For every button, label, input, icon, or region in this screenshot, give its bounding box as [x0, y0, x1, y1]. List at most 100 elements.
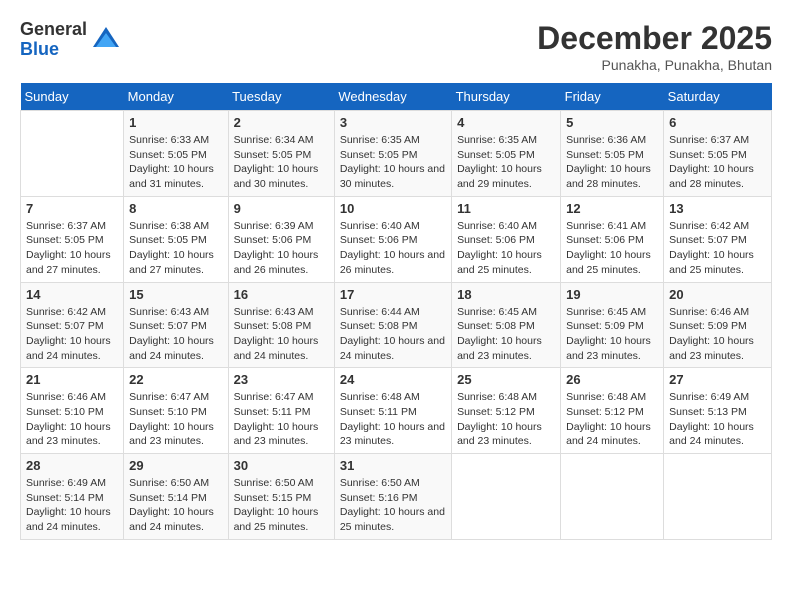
day-info: Sunrise: 6:34 AMSunset: 5:05 PMDaylight:…	[234, 133, 329, 192]
day-info: Sunrise: 6:47 AMSunset: 5:11 PMDaylight:…	[234, 390, 329, 449]
day-info: Sunrise: 6:35 AMSunset: 5:05 PMDaylight:…	[340, 133, 446, 192]
day-number: 22	[129, 372, 222, 387]
calendar-cell: 21Sunrise: 6:46 AMSunset: 5:10 PMDayligh…	[21, 368, 124, 454]
weekday-header: Thursday	[452, 83, 561, 111]
calendar-cell: 18 Sunrise: 6:45 AMSunset: 5:08 PMDayligh…	[452, 282, 561, 368]
logo-blue: Blue	[20, 40, 87, 60]
day-number: 7	[26, 201, 118, 216]
calendar-cell: 27 Sunrise: 6:49 AMSunset: 5:13 PMDayligh…	[664, 368, 772, 454]
day-number: 31	[340, 458, 446, 473]
day-info: Sunrise: 6:50 AMSunset: 5:16 PMDaylight:…	[340, 476, 446, 535]
calendar-cell: 9 Sunrise: 6:39 AMSunset: 5:06 PMDaylight…	[228, 196, 334, 282]
header-row: SundayMondayTuesdayWednesdayThursdayFrid…	[21, 83, 772, 111]
day-number: 26	[566, 372, 658, 387]
day-info: Sunrise: 6:40 AMSunset: 5:06 PMDaylight:…	[340, 219, 446, 278]
day-number: 1	[129, 115, 222, 130]
day-number: 14	[26, 287, 118, 302]
logo-general: General	[20, 20, 87, 40]
calendar-cell: 16 Sunrise: 6:43 AMSunset: 5:08 PMDayligh…	[228, 282, 334, 368]
day-info: Sunrise: 6:47 AMSunset: 5:10 PMDaylight:…	[129, 390, 222, 449]
calendar-cell: 10 Sunrise: 6:40 AMSunset: 5:06 PMDayligh…	[334, 196, 451, 282]
calendar-cell: 8 Sunrise: 6:38 AMSunset: 5:05 PMDaylight…	[124, 196, 228, 282]
day-number: 8	[129, 201, 222, 216]
calendar-week-row: 7 Sunrise: 6:37 AMSunset: 5:05 PMDaylight…	[21, 196, 772, 282]
day-info: Sunrise: 6:45 AMSunset: 5:08 PMDaylight:…	[457, 305, 555, 364]
title-section: December 2025 Punakha, Punakha, Bhutan	[537, 20, 772, 73]
calendar-cell: 24 Sunrise: 6:48 AMSunset: 5:11 PMDayligh…	[334, 368, 451, 454]
calendar-cell: 28 Sunrise: 6:49 AMSunset: 5:14 PMDayligh…	[21, 454, 124, 540]
day-number: 15	[129, 287, 222, 302]
day-info: Sunrise: 6:48 AMSunset: 5:12 PMDaylight:…	[457, 390, 555, 449]
calendar-cell: 12 Sunrise: 6:41 AMSunset: 5:06 PMDayligh…	[561, 196, 664, 282]
day-info: Sunrise: 6:41 AMSunset: 5:06 PMDaylight:…	[566, 219, 658, 278]
calendar-cell: 23Sunrise: 6:47 AMSunset: 5:11 PMDayligh…	[228, 368, 334, 454]
weekday-header: Saturday	[664, 83, 772, 111]
calendar-cell: 2Sunrise: 6:34 AMSunset: 5:05 PMDaylight…	[228, 111, 334, 197]
day-number: 18	[457, 287, 555, 302]
day-number: 13	[669, 201, 766, 216]
day-info: Sunrise: 6:49 AMSunset: 5:14 PMDaylight:…	[26, 476, 118, 535]
calendar-week-row: 1 Sunrise: 6:33 AMSunset: 5:05 PMDaylight…	[21, 111, 772, 197]
day-info: Sunrise: 6:35 AMSunset: 5:05 PMDaylight:…	[457, 133, 555, 192]
calendar-cell: 11Sunrise: 6:40 AMSunset: 5:06 PMDayligh…	[452, 196, 561, 282]
weekday-header: Friday	[561, 83, 664, 111]
day-info: Sunrise: 6:37 AMSunset: 5:05 PMDaylight:…	[26, 219, 118, 278]
day-number: 28	[26, 458, 118, 473]
calendar-cell: 14 Sunrise: 6:42 AMSunset: 5:07 PMDayligh…	[21, 282, 124, 368]
day-number: 16	[234, 287, 329, 302]
day-info: Sunrise: 6:48 AMSunset: 5:12 PMDaylight:…	[566, 390, 658, 449]
weekday-header: Tuesday	[228, 83, 334, 111]
day-number: 3	[340, 115, 446, 130]
calendar-cell: 15Sunrise: 6:43 AMSunset: 5:07 PMDayligh…	[124, 282, 228, 368]
calendar-week-row: 14 Sunrise: 6:42 AMSunset: 5:07 PMDayligh…	[21, 282, 772, 368]
day-number: 25	[457, 372, 555, 387]
calendar-cell: 29 Sunrise: 6:50 AMSunset: 5:14 PMDayligh…	[124, 454, 228, 540]
calendar-cell: 17 Sunrise: 6:44 AMSunset: 5:08 PMDayligh…	[334, 282, 451, 368]
day-number: 9	[234, 201, 329, 216]
day-number: 4	[457, 115, 555, 130]
calendar-cell: 13Sunrise: 6:42 AMSunset: 5:07 PMDayligh…	[664, 196, 772, 282]
main-title: December 2025	[537, 20, 772, 57]
logo: General Blue	[20, 20, 121, 60]
day-info: Sunrise: 6:50 AMSunset: 5:15 PMDaylight:…	[234, 476, 329, 535]
calendar-cell: 19Sunrise: 6:45 AMSunset: 5:09 PMDayligh…	[561, 282, 664, 368]
day-number: 20	[669, 287, 766, 302]
day-info: Sunrise: 6:36 AMSunset: 5:05 PMDaylight:…	[566, 133, 658, 192]
day-info: Sunrise: 6:48 AMSunset: 5:11 PMDaylight:…	[340, 390, 446, 449]
day-number: 21	[26, 372, 118, 387]
day-number: 24	[340, 372, 446, 387]
day-info: Sunrise: 6:42 AMSunset: 5:07 PMDaylight:…	[26, 305, 118, 364]
calendar-cell: 4 Sunrise: 6:35 AMSunset: 5:05 PMDaylight…	[452, 111, 561, 197]
day-info: Sunrise: 6:43 AMSunset: 5:08 PMDaylight:…	[234, 305, 329, 364]
calendar-table: SundayMondayTuesdayWednesdayThursdayFrid…	[20, 83, 772, 540]
day-number: 5	[566, 115, 658, 130]
calendar-cell: 25 Sunrise: 6:48 AMSunset: 5:12 PMDayligh…	[452, 368, 561, 454]
day-number: 30	[234, 458, 329, 473]
day-number: 27	[669, 372, 766, 387]
calendar-cell	[452, 454, 561, 540]
day-info: Sunrise: 6:45 AMSunset: 5:09 PMDaylight:…	[566, 305, 658, 364]
calendar-cell: 5 Sunrise: 6:36 AMSunset: 5:05 PMDaylight…	[561, 111, 664, 197]
day-info: Sunrise: 6:49 AMSunset: 5:13 PMDaylight:…	[669, 390, 766, 449]
day-info: Sunrise: 6:37 AMSunset: 5:05 PMDaylight:…	[669, 133, 766, 192]
day-info: Sunrise: 6:38 AMSunset: 5:05 PMDaylight:…	[129, 219, 222, 278]
day-number: 29	[129, 458, 222, 473]
logo-icon	[91, 25, 121, 55]
day-info: Sunrise: 6:44 AMSunset: 5:08 PMDaylight:…	[340, 305, 446, 364]
day-info: Sunrise: 6:33 AMSunset: 5:05 PMDaylight:…	[129, 133, 222, 192]
calendar-cell: 30 Sunrise: 6:50 AMSunset: 5:15 PMDayligh…	[228, 454, 334, 540]
calendar-cell	[21, 111, 124, 197]
day-info: Sunrise: 6:39 AMSunset: 5:06 PMDaylight:…	[234, 219, 329, 278]
calendar-cell	[664, 454, 772, 540]
calendar-cell: 26 Sunrise: 6:48 AMSunset: 5:12 PMDayligh…	[561, 368, 664, 454]
calendar-cell: 1 Sunrise: 6:33 AMSunset: 5:05 PMDaylight…	[124, 111, 228, 197]
day-info: Sunrise: 6:46 AMSunset: 5:09 PMDaylight:…	[669, 305, 766, 364]
page-header: General Blue December 2025 Punakha, Puna…	[20, 20, 772, 73]
day-number: 10	[340, 201, 446, 216]
day-number: 12	[566, 201, 658, 216]
calendar-cell: 7 Sunrise: 6:37 AMSunset: 5:05 PMDaylight…	[21, 196, 124, 282]
day-info: Sunrise: 6:50 AMSunset: 5:14 PMDaylight:…	[129, 476, 222, 535]
day-number: 17	[340, 287, 446, 302]
calendar-cell: 31 Sunrise: 6:50 AMSunset: 5:16 PMDayligh…	[334, 454, 451, 540]
calendar-cell	[561, 454, 664, 540]
